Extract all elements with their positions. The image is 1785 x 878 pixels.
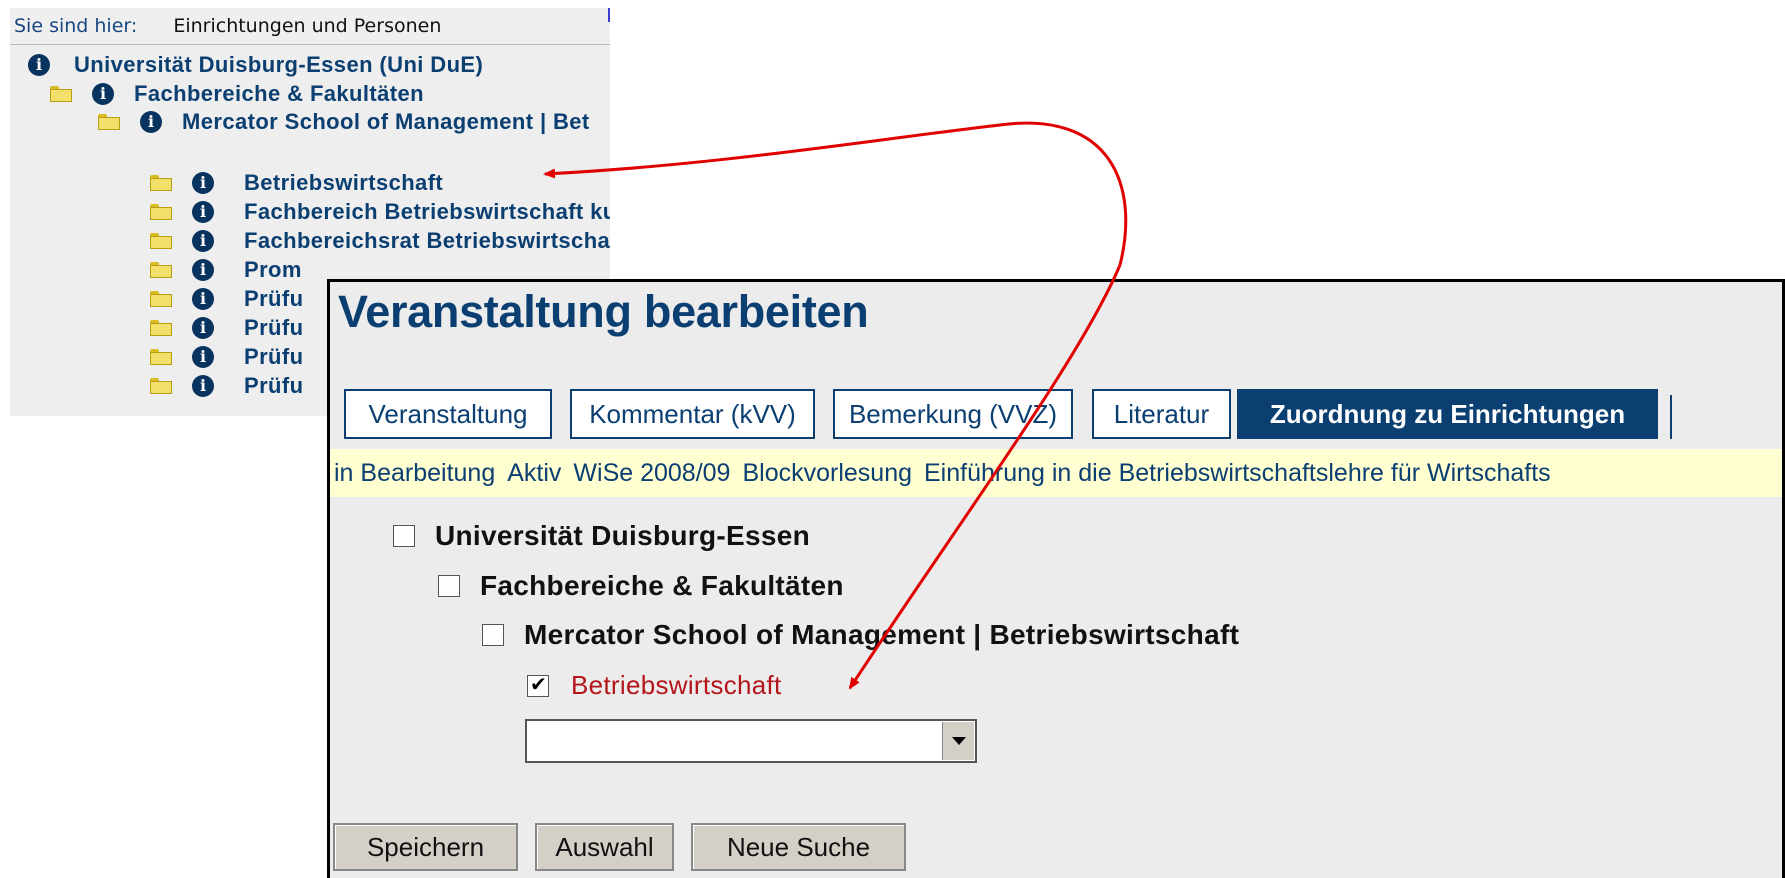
folder-icon[interactable] xyxy=(150,175,172,191)
checkbox-betriebswirtschaft[interactable] xyxy=(527,672,549,697)
save-button[interactable]: Speichern xyxy=(333,823,518,871)
folder-icon[interactable] xyxy=(98,114,120,130)
tree-item-mercator[interactable]: i Mercator School of Management | Bet xyxy=(98,107,590,137)
status-state: in Bearbeitung xyxy=(334,459,496,487)
assign-row-uni-due: Universität Duisburg-Essen xyxy=(393,520,810,552)
chevron-down-icon[interactable] xyxy=(942,722,974,760)
folder-icon[interactable] xyxy=(150,204,172,220)
folder-icon[interactable] xyxy=(150,378,172,394)
breadcrumb-label: Sie sind hier: xyxy=(14,15,138,37)
tree-item[interactable]: i Prüfu xyxy=(150,342,303,372)
checkbox-label: Universität Duisburg-Essen xyxy=(435,520,810,551)
checkbox-mercator[interactable] xyxy=(482,624,504,646)
tree-item[interactable]: i Prüfu xyxy=(150,284,303,314)
tab-zuordnung-einrichtungen[interactable]: Zuordnung zu Einrichtungen xyxy=(1237,389,1658,439)
info-icon[interactable]: i xyxy=(192,317,214,339)
info-icon[interactable]: i xyxy=(192,288,214,310)
info-icon[interactable]: i xyxy=(192,346,214,368)
info-icon[interactable]: i xyxy=(192,230,214,252)
info-icon[interactable]: i xyxy=(28,54,50,76)
tree-item[interactable]: i Prom xyxy=(150,255,302,285)
checkbox-fachbereiche[interactable] xyxy=(438,575,460,597)
info-icon[interactable]: i xyxy=(192,259,214,281)
new-search-button[interactable]: Neue Suche xyxy=(691,823,906,871)
info-icon[interactable]: i xyxy=(192,172,214,194)
tree-item-label[interactable]: Prüfu xyxy=(244,373,303,399)
status-activity: Aktiv xyxy=(507,459,562,487)
status-format: Blockvorlesung xyxy=(742,459,912,487)
tree-item-label[interactable]: Prom xyxy=(244,257,302,283)
tree-item-label[interactable]: Fachbereiche & Fakultäten xyxy=(134,81,424,107)
checkbox-uni-due[interactable] xyxy=(393,525,415,547)
assign-row-fachbereiche: Fachbereiche & Fakultäten xyxy=(438,570,844,602)
tab-kommentar[interactable]: Kommentar (kVV) xyxy=(570,389,815,439)
arrow-to-tree-item xyxy=(543,121,1128,266)
tree-item-label[interactable]: Fachbereich Betriebswirtschaft ku xyxy=(244,199,610,225)
selection-button[interactable]: Auswahl xyxy=(535,823,674,871)
top-accent-line xyxy=(608,8,610,22)
tree-item-label[interactable]: Mercator School of Management | Bet xyxy=(182,109,590,135)
tree-item-label[interactable]: Prüfu xyxy=(244,344,303,370)
folder-icon[interactable] xyxy=(150,320,172,336)
status-term: WiSe 2008/09 xyxy=(573,459,731,487)
tree-item-uni-due[interactable]: i Universität Duisburg-Essen (Uni DuE) xyxy=(28,50,483,80)
tree-item-label[interactable]: Prüfu xyxy=(244,286,303,312)
tab-veranstaltung[interactable]: Veranstaltung xyxy=(344,389,552,439)
folder-icon[interactable] xyxy=(150,291,172,307)
tree-item-fachbereiche[interactable]: i Fachbereiche & Fakultäten xyxy=(50,79,424,109)
tree-item-label[interactable]: Prüfu xyxy=(244,315,303,341)
checkbox-label: Betriebswirtschaft xyxy=(571,670,782,700)
assign-row-mercator: Mercator School of Management | Betriebs… xyxy=(482,619,1239,651)
folder-icon[interactable] xyxy=(50,86,72,102)
info-icon[interactable]: i xyxy=(192,375,214,397)
page-title: Veranstaltung bearbeiten xyxy=(338,286,869,337)
tree-item[interactable]: i Fachbereich Betriebswirtschaft ku xyxy=(150,197,610,227)
folder-icon[interactable] xyxy=(150,349,172,365)
tree-item[interactable]: i Prüfu xyxy=(150,313,303,343)
course-status-strip: in Bearbeitung Aktiv WiSe 2008/09 Blockvorl… xyxy=(330,449,1782,497)
tab-bemerkung[interactable]: Bemerkung (VVZ) xyxy=(833,389,1073,439)
tree-item-label[interactable]: Universität Duisburg-Essen (Uni DuE) xyxy=(74,52,483,78)
assignment-type-select[interactable] xyxy=(525,719,977,763)
tab-bar: Veranstaltung Kommentar (kVV) Bemerkung … xyxy=(330,389,1782,441)
assign-row-betriebswirtschaft: Betriebswirtschaft xyxy=(527,670,782,701)
info-icon[interactable]: i xyxy=(92,83,114,105)
info-icon[interactable]: i xyxy=(140,111,162,133)
tab-literatur[interactable]: Literatur xyxy=(1092,389,1231,439)
breadcrumb: Sie sind hier: Einrichtungen und Persone… xyxy=(10,8,610,45)
folder-icon[interactable] xyxy=(150,262,172,278)
tree-item-label[interactable]: Fachbereichsrat Betriebswirtscha xyxy=(244,228,610,254)
checkbox-label: Mercator School of Management | Betriebs… xyxy=(524,619,1240,650)
tree-item[interactable]: i Prüfu xyxy=(150,371,303,401)
tree-item[interactable]: i Fachbereichsrat Betriebswirtscha xyxy=(150,226,610,256)
tree-item-betriebswirtschaft[interactable]: i Betriebswirtschaft xyxy=(150,168,443,198)
tab-divider xyxy=(1670,395,1672,439)
tree-item-label[interactable]: Betriebswirtschaft xyxy=(244,170,443,196)
breadcrumb-current: Einrichtungen und Personen xyxy=(173,15,442,37)
folder-icon[interactable] xyxy=(150,233,172,249)
course-editor-window: Veranstaltung bearbeiten Veranstaltung K… xyxy=(327,279,1785,878)
checkbox-label: Fachbereiche & Fakultäten xyxy=(480,570,844,601)
status-course-title: Einführung in die Betriebswirtschaftsleh… xyxy=(924,459,1551,487)
info-icon[interactable]: i xyxy=(192,201,214,223)
